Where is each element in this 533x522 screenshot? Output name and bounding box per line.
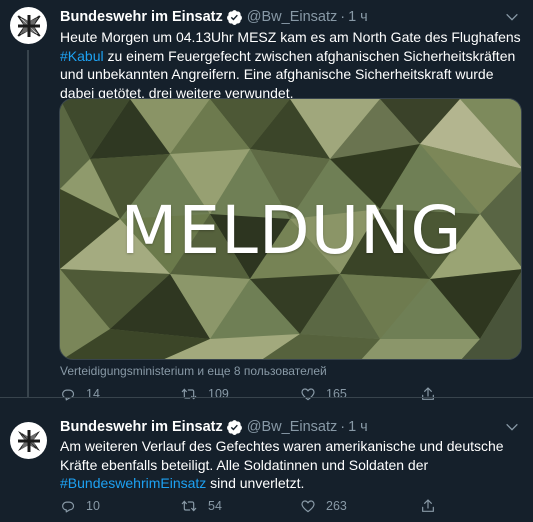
reply-icon — [62, 501, 75, 513]
tweet-text: Heute Morgen um 04.13Uhr MESZ kam es am … — [60, 28, 524, 102]
thread-line — [27, 50, 29, 397]
verified-badge-icon — [226, 419, 243, 436]
tweet-text: Am weiteren Verlauf des Gefechtes waren … — [60, 437, 524, 493]
tweet-text-part: zu einem Feuergefecht zwischen afghanisc… — [60, 47, 516, 101]
heart-icon — [301, 500, 315, 513]
separator-dot: · — [340, 9, 346, 25]
chevron-down-icon[interactable] — [503, 8, 521, 26]
tweet-image[interactable]: MELDUNG — [59, 98, 522, 360]
tweet-text-part: sind unverletzt. — [206, 475, 305, 491]
avatar[interactable] — [10, 7, 47, 44]
like-button[interactable]: 263 — [300, 498, 420, 514]
tweet-header: Bundeswehr im Einsatz @Bw_Einsatz · 1 ч — [60, 418, 368, 436]
timestamp[interactable]: 1 ч — [348, 8, 368, 26]
user-handle[interactable]: @Bw_Einsatz — [247, 8, 337, 26]
image-headline: MELDUNG — [120, 191, 463, 269]
timestamp[interactable]: 1 ч — [348, 418, 368, 436]
retweet-count: 54 — [208, 499, 222, 513]
retweet-button[interactable]: 54 — [180, 498, 300, 514]
tweet-actions: 10 54 263 — [60, 498, 436, 514]
chevron-down-icon[interactable] — [503, 418, 521, 436]
like-count: 263 — [326, 499, 347, 513]
tweet-text-part: Heute Morgen um 04.13Uhr MESZ kam es am … — [60, 29, 521, 45]
hashtag-link[interactable]: #BundeswehrimEinsatz — [60, 475, 206, 491]
tweet-header: Bundeswehr im Einsatz @Bw_Einsatz · 1 ч — [60, 8, 368, 26]
user-handle[interactable]: @Bw_Einsatz — [247, 418, 337, 436]
tagged-users[interactable]: Verteidigungsministerium и еще 8 пользов… — [60, 364, 327, 378]
separator-dot: · — [340, 419, 346, 435]
iron-cross-icon — [17, 429, 40, 452]
share-icon — [422, 499, 434, 512]
verified-badge-icon — [226, 9, 243, 26]
avatar[interactable] — [10, 422, 47, 459]
hashtag-link[interactable]: #Kabul — [60, 48, 104, 64]
share-button[interactable] — [420, 498, 436, 514]
tweet[interactable]: Bundeswehr im Einsatz @Bw_Einsatz · 1 ч … — [0, 0, 533, 401]
retweet-icon — [181, 500, 197, 512]
display-name[interactable]: Bundeswehr im Einsatz — [60, 418, 223, 436]
tweet[interactable]: Bundeswehr im Einsatz @Bw_Einsatz · 1 ч … — [0, 397, 533, 522]
reply-count: 10 — [86, 499, 100, 513]
display-name[interactable]: Bundeswehr im Einsatz — [60, 8, 223, 26]
tweet-text-part: Am weiteren Verlauf des Gefechtes waren … — [60, 438, 504, 473]
reply-button[interactable]: 10 — [60, 498, 180, 514]
iron-cross-icon — [17, 14, 40, 37]
